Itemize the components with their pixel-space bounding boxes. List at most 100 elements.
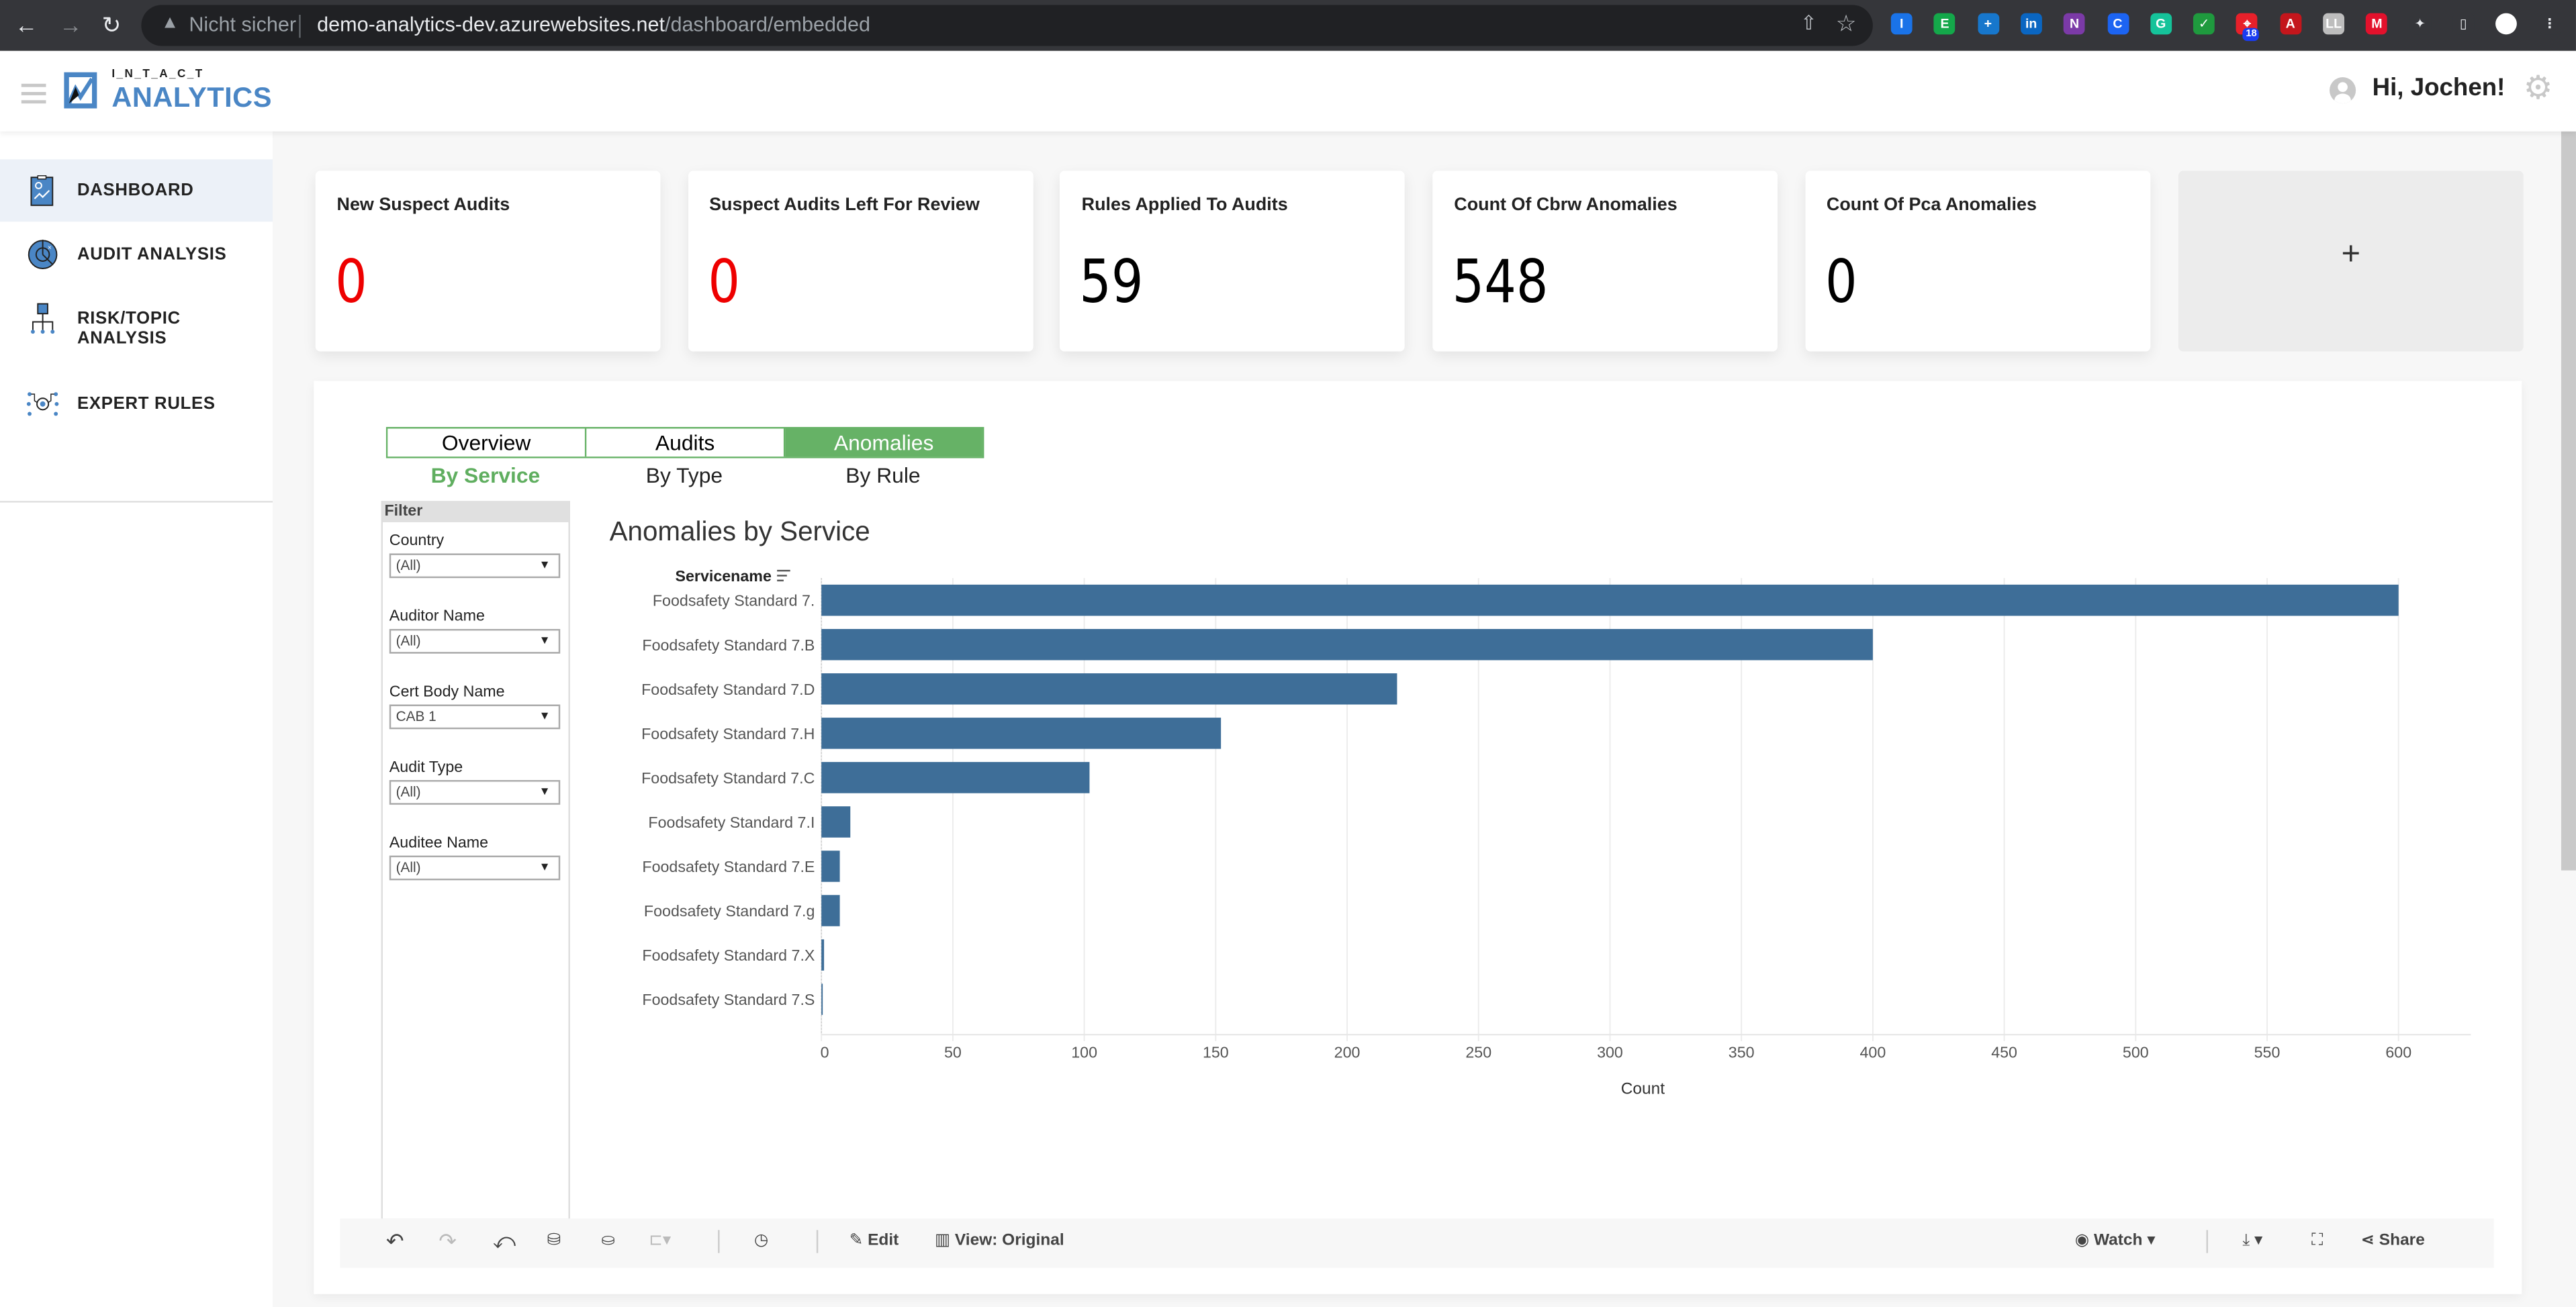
- plus-extension-icon[interactable]: +: [1977, 13, 1999, 35]
- x-tick-label: 100: [1071, 1043, 1097, 1061]
- bar[interactable]: [821, 895, 840, 926]
- mendeley-extension-icon[interactable]: M: [2366, 13, 2388, 35]
- forward-icon[interactable]: →: [59, 10, 82, 40]
- sidebar-item-audit-analysis[interactable]: × AUDIT ANALYSIS: [0, 224, 273, 286]
- onenote-extension-icon[interactable]: N: [2064, 13, 2085, 35]
- sidebar-item-expert-rules[interactable]: EXPERT RULES: [0, 373, 273, 435]
- kpi-card[interactable]: Rules Applied To Audits 59: [1060, 171, 1406, 352]
- replay-animation-icon[interactable]: ⊏▾: [649, 1230, 671, 1253]
- user-greeting[interactable]: Hi, Jochen!: [2373, 74, 2505, 102]
- bar[interactable]: [821, 673, 1397, 705]
- sidepanel-icon[interactable]: ▯: [2452, 13, 2475, 35]
- kpi-value: 0: [1825, 249, 1857, 318]
- hierarchy-icon: [30, 303, 55, 334]
- kpi-title: Rules Applied To Audits: [1081, 195, 1288, 215]
- bar[interactable]: [821, 939, 825, 971]
- eye-icon: ◉: [2074, 1231, 2094, 1250]
- kpi-card[interactable]: Count Of Pca Anomalies 0: [1805, 171, 2150, 352]
- category-label: Foodsafety Standard 7.D: [641, 681, 815, 698]
- x-tick-label: 450: [1991, 1043, 2017, 1061]
- page-scrollbar[interactable]: [2561, 131, 2576, 871]
- undo-icon[interactable]: ↶: [386, 1229, 404, 1253]
- category-label: Foodsafety Standard 7.E: [642, 858, 815, 875]
- revert-icon[interactable]: ⤺: [493, 1229, 516, 1253]
- kpi-value: 548: [1452, 249, 1549, 318]
- 1password-extension-icon[interactable]: I: [1890, 13, 1913, 35]
- performance-icon[interactable]: ◷: [754, 1230, 768, 1253]
- category-label: Foodsafety Standard 7.: [653, 592, 815, 610]
- sidebar: DASHBOARD × AUDIT ANALYSIS RISK/TOPIC AN…: [0, 131, 275, 1307]
- c-extension-icon[interactable]: C: [2107, 13, 2129, 35]
- download-button[interactable]: ⤓ ▾: [2242, 1230, 2262, 1253]
- bar[interactable]: [821, 584, 2399, 616]
- url-path: /dashboard/embedded: [665, 13, 871, 36]
- category-label: Foodsafety Standard 7.B: [642, 636, 815, 654]
- embedded-dashboard: Overview Audits Anomalies By Service By …: [314, 381, 2522, 1294]
- warning-icon: ▲: [160, 13, 179, 33]
- add-kpi-card[interactable]: +: [2178, 171, 2524, 352]
- security-label[interactable]: Nicht sicher: [189, 13, 296, 36]
- bar[interactable]: [821, 718, 1222, 749]
- fullscreen-icon[interactable]: ⛶: [2311, 1230, 2323, 1253]
- kpi-title: Count Of Pca Anomalies: [1826, 195, 2037, 215]
- ll-extension-icon[interactable]: LL: [2323, 13, 2345, 35]
- view-original-button[interactable]: ▥ View: Original: [935, 1230, 1064, 1253]
- bar[interactable]: [821, 762, 1090, 793]
- settings-gear-icon[interactable]: ⚙: [2524, 72, 2553, 105]
- app-header: I_N_T_A_C_T ANALYTICS Hi, Jochen! ⚙: [0, 50, 2576, 132]
- edit-icon: ✎: [849, 1231, 868, 1250]
- browser-toolbar: ← → ↻ ▲ Nicht sicher demo-analytics-dev.…: [0, 0, 2576, 51]
- x-tick-label: 550: [2254, 1043, 2281, 1061]
- url-text[interactable]: demo-analytics-dev.azurewebsites.net/das…: [317, 13, 870, 36]
- watch-button[interactable]: ◉ Watch ▾: [2075, 1230, 2156, 1253]
- url-host: demo-analytics-dev.azurewebsites.net: [317, 13, 665, 36]
- browser-menu-icon[interactable]: ⋮: [2538, 13, 2561, 35]
- check-extension-icon[interactable]: ✓: [2193, 13, 2215, 35]
- sidebar-item-risk-topic-analysis[interactable]: RISK/TOPIC ANALYSIS: [0, 287, 273, 350]
- address-bar[interactable]: ▲ Nicht sicher demo-analytics-dev.azurew…: [141, 5, 1873, 46]
- linkedin-extension-icon[interactable]: in: [2020, 13, 2042, 35]
- x-tick-label: 400: [1860, 1043, 1886, 1061]
- share-page-icon[interactable]: ⇧: [1800, 11, 1817, 34]
- viz-toolbar: ↶ ↷ ⤺ ⛁ ⛀ ⊏▾ ◷ ✎ Edit ▥ View: Original ◉…: [340, 1218, 2494, 1268]
- kpi-title: New Suspect Audits: [336, 195, 510, 215]
- tableau-viz: Overview Audits Anomalies By Service By …: [340, 407, 2494, 1228]
- kpi-card[interactable]: New Suspect Audits 0: [315, 171, 661, 352]
- user-avatar-icon[interactable]: [2329, 77, 2356, 104]
- edit-button[interactable]: ✎ Edit: [849, 1230, 899, 1253]
- sidebar-item-dashboard[interactable]: DASHBOARD: [0, 159, 273, 222]
- hamburger-menu-icon[interactable]: [21, 83, 46, 109]
- refresh-data-icon[interactable]: ⛁: [547, 1230, 561, 1253]
- sidebar-divider: [0, 501, 273, 503]
- pause-updates-icon[interactable]: ⛀: [601, 1230, 615, 1253]
- plus-icon: +: [2341, 236, 2361, 273]
- bookmark-star-icon[interactable]: ☆: [1836, 10, 1857, 38]
- category-label: Foodsafety Standard 7.S: [642, 991, 815, 1008]
- category-label: Foodsafety Standard 7.I: [648, 814, 815, 831]
- bar[interactable]: [821, 851, 840, 882]
- x-tick-label: 350: [1729, 1043, 1755, 1061]
- back-icon[interactable]: ←: [15, 10, 38, 40]
- x-tick-label: 0: [821, 1043, 829, 1061]
- bar[interactable]: [821, 628, 1873, 661]
- kpi-card[interactable]: Count Of Cbrw Anomalies 548: [1432, 171, 1778, 352]
- evernote-extension-icon[interactable]: E: [1934, 13, 1956, 35]
- bar-chart-icon: ▥: [935, 1231, 955, 1250]
- profile-avatar-icon[interactable]: [2495, 13, 2518, 35]
- x-tick-label: 200: [1334, 1043, 1361, 1061]
- toolbar-divider: [2206, 1230, 2208, 1253]
- kpi-title: Suspect Audits Left For Review: [709, 195, 980, 215]
- x-tick-label: 300: [1597, 1043, 1623, 1061]
- main-content: New Suspect Audits 0 Suspect Audits Left F…: [273, 131, 2576, 1307]
- acrobat-extension-icon[interactable]: A: [2279, 13, 2301, 35]
- bar[interactable]: [821, 983, 823, 1015]
- bar[interactable]: [821, 806, 851, 838]
- share-button[interactable]: ⋖ Share: [2360, 1230, 2424, 1253]
- dashboard-clipboard-icon: [30, 175, 54, 206]
- extensions-puzzle-icon[interactable]: ✦: [2409, 13, 2431, 35]
- logo-icon[interactable]: [64, 72, 97, 109]
- grammarly-extension-icon[interactable]: G: [2150, 13, 2172, 35]
- kpi-card[interactable]: Suspect Audits Left For Review 0: [688, 171, 1033, 352]
- redo-icon[interactable]: ↷: [439, 1229, 457, 1253]
- reload-icon[interactable]: ↻: [102, 10, 122, 40]
